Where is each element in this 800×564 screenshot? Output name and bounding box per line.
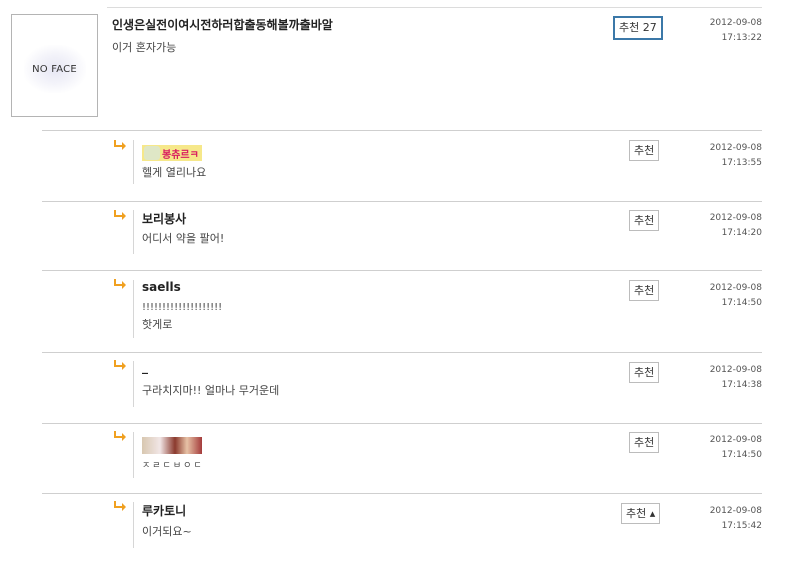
reply-divider [42, 270, 762, 271]
comment-author[interactable]: 인생은실전이여시전하러합출동해볼까출바알 [112, 16, 333, 33]
reply-timestamp: 2012-09-08 17:13:55 [710, 141, 762, 171]
reply-arrow-icon [114, 140, 126, 150]
reply-author[interactable]: _ [142, 360, 148, 374]
reply-text: 헬게 열리나요 [142, 166, 207, 179]
reply-text: 이거되요~ [142, 525, 192, 538]
nickname-image-text: 봉츄르ㅋ [162, 150, 199, 161]
reply-arrow-icon [114, 279, 126, 289]
recommend-button[interactable]: 추천 [629, 432, 660, 453]
author-nickname-image[interactable] [142, 437, 202, 454]
reply-arrow-icon [114, 210, 126, 220]
reply-author[interactable]: saells [142, 280, 181, 294]
reply-date: 2012-09-08 [709, 283, 762, 293]
reply-time: 17:14:50 [721, 450, 762, 460]
recommend-button[interactable]: 추천 ▴ [621, 503, 661, 524]
reply-author[interactable]: 루카토니 [142, 502, 186, 519]
reply-timestamp: 2012-09-08 17:14:38 [710, 363, 762, 393]
reply-author[interactable]: 보리봉사 [142, 210, 186, 227]
reply-text: 구라치지마!! 얼마나 무거운데 [142, 384, 280, 397]
recommend-button[interactable]: 추천 [629, 210, 660, 231]
recommend-button[interactable]: 추천 [629, 362, 660, 383]
reply-timestamp: 2012-09-08 17:14:50 [710, 281, 762, 311]
reply-divider [42, 423, 762, 424]
top-divider [107, 7, 762, 8]
reply-divider [42, 352, 762, 353]
reply-time: 17:14:50 [721, 298, 762, 308]
reply-arrow-icon [114, 501, 126, 511]
reply-timestamp: 2012-09-08 17:14:50 [710, 433, 762, 463]
reply-text-line: !!!!!!!!!!!!!!!!!!!! [142, 302, 223, 313]
reply-date: 2012-09-08 [709, 143, 762, 153]
reply-date: 2012-09-08 [709, 365, 762, 375]
nickname-image-picture [144, 146, 160, 160]
reply-divider [42, 201, 762, 202]
avatar[interactable]: NO FACE [11, 14, 98, 117]
reply-arrow-icon [114, 431, 126, 441]
reply-divider [42, 130, 762, 131]
reply-date: 2012-09-08 [709, 213, 762, 223]
reply-timestamp: 2012-09-08 17:15:42 [710, 504, 762, 534]
reply-text: ㅈㄹㄷㅂㅇㄷ [142, 461, 204, 471]
reply-indent-line [133, 140, 134, 184]
reply-text: 어디서 약을 팔어! [142, 232, 225, 245]
recommend-button[interactable]: 추천 [629, 280, 660, 301]
comment-timestamp: 2012-09-08 17:13:22 [710, 16, 762, 46]
recommend-button[interactable]: 추천 [629, 140, 660, 161]
reply-indent-line [133, 280, 134, 338]
comment-date: 2012-09-08 [709, 18, 762, 28]
recommend-button[interactable]: 추천 27 [613, 16, 663, 40]
reply-indent-line [133, 361, 134, 407]
reply-date: 2012-09-08 [709, 435, 762, 445]
reply-time: 17:15:42 [721, 521, 762, 531]
reply-arrow-icon [114, 360, 126, 370]
reply-indent-line [133, 210, 134, 254]
comment-text: 이거 혼자가능 [112, 41, 177, 54]
comment-time: 17:13:22 [721, 33, 762, 43]
avatar-label: NO FACE [32, 64, 77, 75]
reply-indent-line [133, 502, 134, 548]
reply-time: 17:14:38 [721, 380, 762, 390]
reply-text-line: 핫게로 [142, 318, 173, 331]
reply-divider [42, 493, 762, 494]
author-nickname-image[interactable]: 봉츄르ㅋ [142, 145, 202, 161]
reply-time: 17:13:55 [721, 158, 762, 168]
reply-timestamp: 2012-09-08 17:14:20 [710, 211, 762, 241]
reply-date: 2012-09-08 [709, 506, 762, 516]
reply-time: 17:14:20 [721, 228, 762, 238]
reply-indent-line [133, 432, 134, 478]
